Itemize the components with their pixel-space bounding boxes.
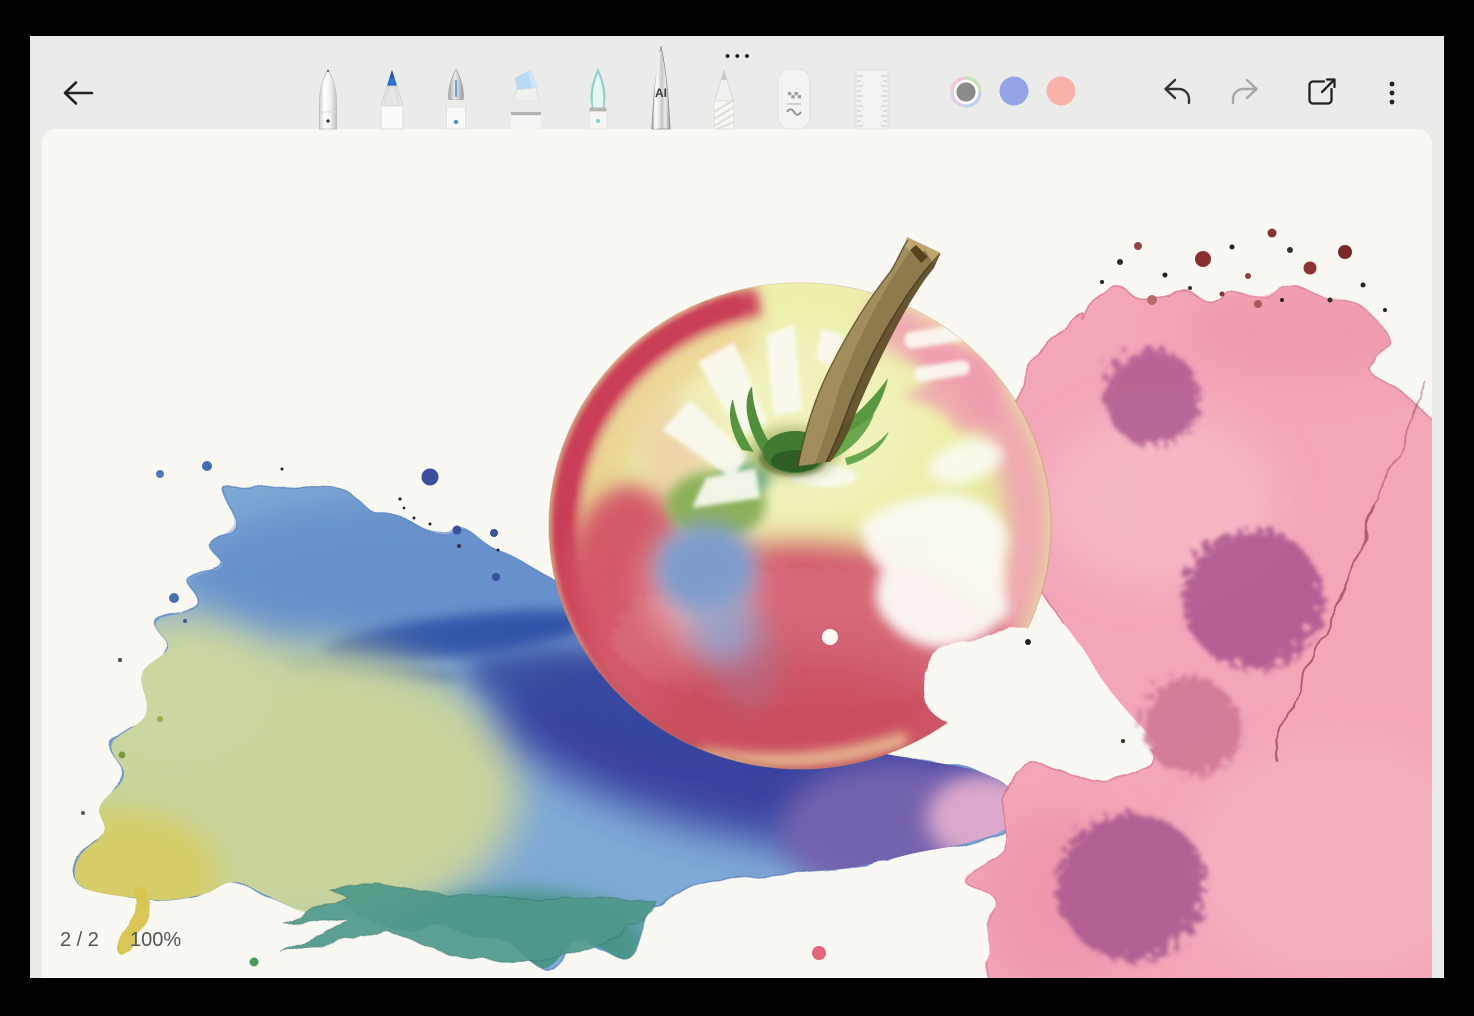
svg-text:AI: AI — [655, 86, 667, 100]
